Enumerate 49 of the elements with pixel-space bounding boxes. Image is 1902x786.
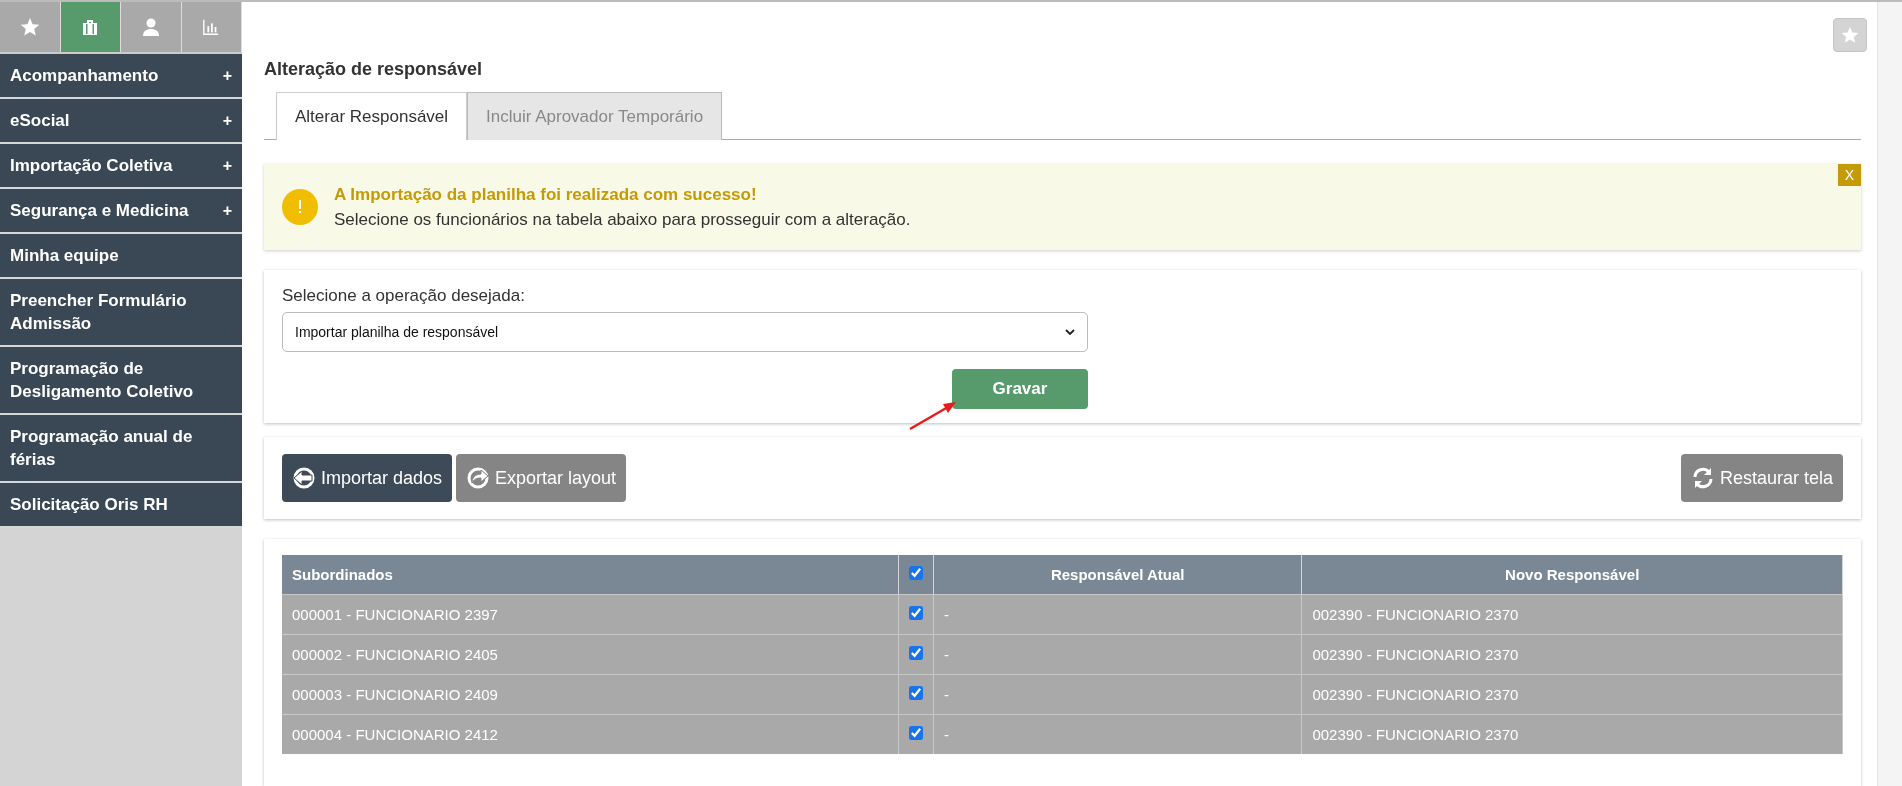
briefcase-tab[interactable] — [60, 2, 121, 52]
row-checkbox[interactable] — [909, 726, 923, 740]
star-icon — [1841, 26, 1859, 44]
person-icon — [140, 17, 161, 37]
table-cell: - — [933, 674, 1302, 715]
table-cell: 002390 - FUNCIONARIO 2370 — [1301, 594, 1843, 635]
select-all-checkbox[interactable] — [909, 566, 923, 580]
column-header: Subordinados — [282, 555, 899, 595]
table-cell: - — [933, 594, 1302, 635]
import-button[interactable]: Importar dados — [282, 454, 453, 502]
table-cell: - — [933, 634, 1302, 675]
restore-button[interactable]: Restaurar tela — [1680, 454, 1843, 502]
star-tab[interactable] — [0, 2, 61, 52]
star-icon — [19, 17, 40, 37]
alert-title: A Importação da planilha foi realizada com sucesso! — [334, 184, 758, 205]
sidebar-item[interactable]: Minha equipe — [0, 234, 242, 279]
field-label: Selecione a operação desejada: — [282, 286, 526, 306]
row-checkbox[interactable] — [909, 646, 923, 660]
table-cell: 002390 - FUNCIONARIO 2370 — [1301, 714, 1843, 754]
operation-select[interactable]: Importar planilha de responsável — [282, 312, 1088, 352]
export-button[interactable]: Exportar layout — [456, 454, 627, 502]
tab[interactable]: Alterar Responsável — [276, 92, 468, 140]
sidebar-item[interactable]: Segurança e Medicina + — [0, 189, 242, 234]
sidebar-item[interactable]: Programação de Desligamento Coletivo — [0, 347, 242, 415]
alert-message: Selecione os funcionários na tabela abaixo para prosseguir com a alteração. — [334, 209, 911, 230]
sidebar-item[interactable]: Importação Coletiva + — [0, 144, 242, 189]
row-checkbox[interactable] — [909, 686, 923, 700]
sidebar-item[interactable]: Solicitação Oris RH — [0, 483, 242, 528]
sidebar-item[interactable]: Preencher Formulário Admissão — [0, 279, 242, 347]
pointer-arrow — [908, 401, 958, 431]
row-checkbox[interactable] — [909, 606, 923, 620]
bar-chart-icon — [202, 18, 221, 36]
favorite-star-button[interactable] — [1833, 18, 1867, 52]
chevron-down-icon — [1065, 329, 1075, 335]
table-cell: - — [933, 714, 1302, 754]
sidebar-item[interactable]: Programação anual de férias — [0, 415, 242, 483]
sidebar-item[interactable]: Acompanhamento + — [0, 54, 242, 99]
table-cell: 000001 - FUNCIONARIO 2397 — [282, 594, 899, 635]
page-title: Alteração de responsável — [264, 59, 483, 80]
table-cell: 002390 - FUNCIONARIO 2370 — [1301, 634, 1843, 675]
column-header: Novo Responsável — [1301, 555, 1843, 595]
exclamation-icon — [282, 189, 318, 225]
table-cell: 000002 - FUNCIONARIO 2405 — [282, 634, 899, 675]
table-cell: 000004 - FUNCIONARIO 2412 — [282, 714, 899, 754]
table-cell: 000003 - FUNCIONARIO 2409 — [282, 674, 899, 715]
sidebar-item[interactable]: eSocial + — [0, 99, 242, 144]
table-cell: 002390 - FUNCIONARIO 2370 — [1301, 674, 1843, 715]
person-tab[interactable] — [121, 2, 182, 52]
column-header: Responsável Atual — [933, 555, 1302, 595]
